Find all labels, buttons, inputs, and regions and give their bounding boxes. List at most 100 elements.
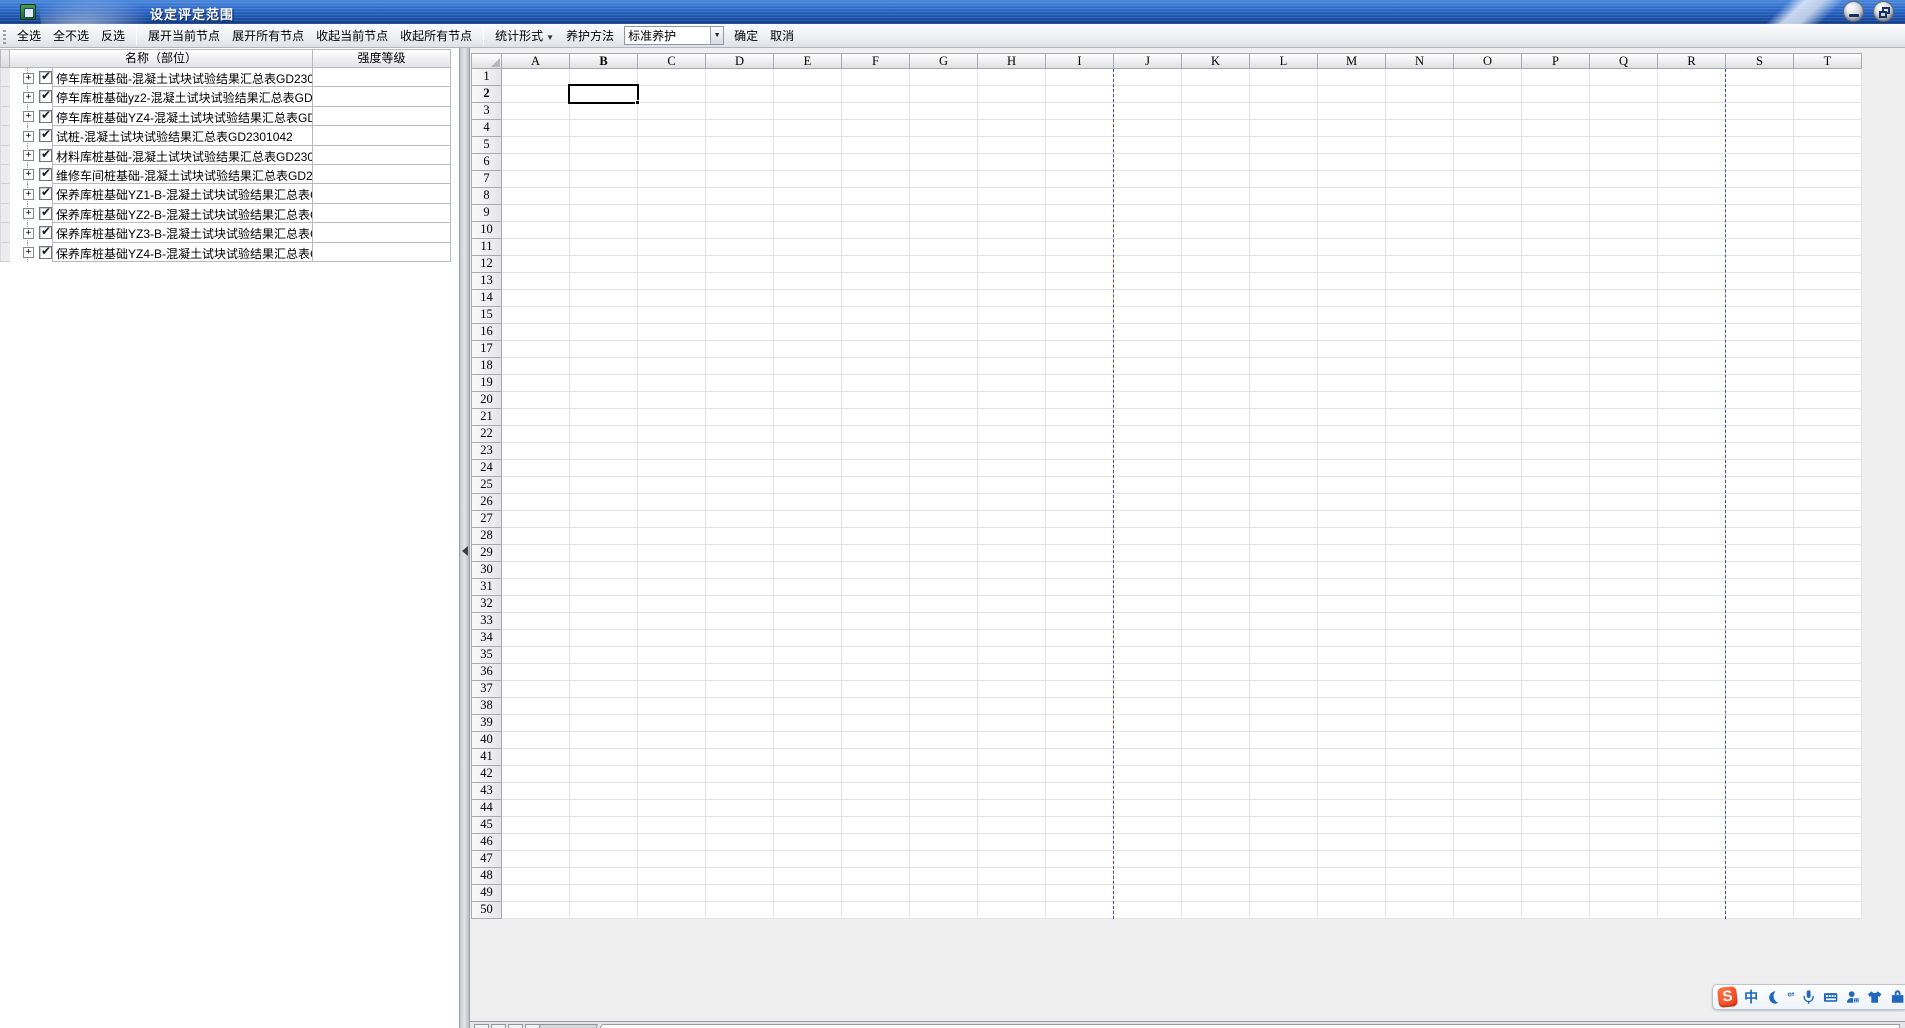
column-header-O[interactable]: O [1454, 53, 1522, 69]
row-header-8[interactable]: 8 [471, 188, 502, 205]
tree-row-name[interactable]: 停车库桩基础yz2-混凝土试块试验结果汇总表GD2 [52, 87, 313, 106]
row-header-2[interactable]: 2 [471, 86, 502, 103]
row-checkbox[interactable]: ✔ [39, 129, 52, 142]
row-checkbox[interactable]: ✔ [39, 90, 52, 103]
row-header-1[interactable]: 1 [471, 69, 502, 86]
column-header-C[interactable]: C [638, 53, 706, 69]
microphone-icon[interactable] [1801, 989, 1816, 1005]
tree-row-grade[interactable] [313, 184, 451, 203]
row-header-40[interactable]: 40 [471, 732, 502, 749]
row-header-24[interactable]: 24 [471, 460, 502, 477]
column-header-S[interactable]: S [1726, 53, 1794, 69]
row-header-38[interactable]: 38 [471, 698, 502, 715]
tree-row-grade[interactable] [313, 68, 451, 87]
row-selector-strip[interactable] [0, 184, 10, 203]
expand-current-node-button[interactable]: 展开当前节点 [142, 24, 226, 47]
row-header-41[interactable]: 41 [471, 749, 502, 766]
keyboard-icon[interactable] [1823, 989, 1838, 1005]
tree-row-name[interactable]: 试桩-混凝土试块试验结果汇总表GD2301042 [52, 126, 313, 145]
tree-row-grade[interactable] [313, 107, 451, 126]
row-header-17[interactable]: 17 [471, 341, 502, 358]
expand-node-icon[interactable]: + [23, 111, 34, 122]
row-header-37[interactable]: 37 [471, 681, 502, 698]
collapse-all-nodes-button[interactable]: 收起所有节点 [394, 24, 478, 47]
row-header-39[interactable]: 39 [471, 715, 502, 732]
column-header-K[interactable]: K [1182, 53, 1250, 69]
select-all-button[interactable]: 全选 [11, 24, 47, 47]
sheet-grid[interactable] [502, 69, 1862, 919]
row-header-48[interactable]: 48 [471, 868, 502, 885]
toolbox-icon[interactable] [1890, 989, 1905, 1005]
login-badge-icon[interactable]: 12 [1845, 989, 1860, 1005]
fill-handle[interactable] [635, 100, 640, 105]
tree-row-name[interactable]: 维修车间桩基础-混凝土试块试验结果汇总表GD23 [52, 165, 313, 184]
row-header-4[interactable]: 4 [471, 120, 502, 137]
row-header-46[interactable]: 46 [471, 834, 502, 851]
minimize-button[interactable] [1843, 1, 1864, 22]
sogou-logo-icon[interactable]: S [1717, 986, 1738, 1008]
row-header-14[interactable]: 14 [471, 290, 502, 307]
row-header-42[interactable]: 42 [471, 766, 502, 783]
chevron-down-icon[interactable]: ▼ [710, 27, 723, 44]
tab-next-button[interactable] [508, 1024, 523, 1028]
row-header-45[interactable]: 45 [471, 817, 502, 834]
row-header-27[interactable]: 27 [471, 511, 502, 528]
row-header-43[interactable]: 43 [471, 783, 502, 800]
row-header-22[interactable]: 22 [471, 426, 502, 443]
column-header-A[interactable]: A [502, 53, 570, 69]
tree-row-name[interactable]: 材料库桩基础-混凝土试块试验结果汇总表GD2301 [52, 146, 313, 165]
moon-icon[interactable] [1765, 989, 1780, 1005]
column-header-Q[interactable]: Q [1590, 53, 1658, 69]
row-checkbox[interactable]: ✔ [39, 71, 52, 84]
row-selector-strip[interactable] [0, 165, 10, 184]
restore-button[interactable] [1873, 1, 1894, 22]
column-header-F[interactable]: F [842, 53, 910, 69]
row-header-16[interactable]: 16 [471, 324, 502, 341]
expand-node-icon[interactable]: + [23, 131, 34, 142]
expand-node-icon[interactable]: + [23, 73, 34, 84]
row-header-28[interactable]: 28 [471, 528, 502, 545]
row-checkbox[interactable]: ✔ [39, 246, 52, 259]
invert-selection-button[interactable]: 反选 [95, 24, 131, 47]
expand-node-icon[interactable]: + [23, 247, 34, 258]
row-header-10[interactable]: 10 [471, 222, 502, 239]
row-selector-strip[interactable] [0, 243, 10, 262]
tree-row-name[interactable]: 停车库桩基础YZ4-混凝土试块试验结果汇总表GD2 [52, 107, 313, 126]
column-header-J[interactable]: J [1114, 53, 1182, 69]
row-checkbox[interactable]: ✔ [39, 168, 52, 181]
selected-cell-B2[interactable] [568, 84, 639, 104]
tree-row-grade[interactable] [313, 165, 451, 184]
row-header-5[interactable]: 5 [471, 137, 502, 154]
row-selector-strip[interactable] [0, 107, 10, 126]
row-header-15[interactable]: 15 [471, 307, 502, 324]
column-header-B[interactable]: B [570, 53, 638, 69]
row-header-23[interactable]: 23 [471, 443, 502, 460]
row-header-13[interactable]: 13 [471, 273, 502, 290]
row-selector-strip[interactable] [0, 68, 10, 87]
row-selector-strip[interactable] [0, 146, 10, 165]
row-header-26[interactable]: 26 [471, 494, 502, 511]
expand-all-nodes-button[interactable]: 展开所有节点 [226, 24, 310, 47]
row-header-11[interactable]: 11 [471, 239, 502, 256]
tree-row-grade[interactable] [313, 243, 451, 262]
collapse-left-icon[interactable] [462, 546, 468, 556]
expand-node-icon[interactable]: + [23, 92, 34, 103]
row-header-20[interactable]: 20 [471, 392, 502, 409]
row-header-6[interactable]: 6 [471, 154, 502, 171]
sheet-tab-active[interactable] [600, 1024, 1900, 1028]
row-header-47[interactable]: 47 [471, 851, 502, 868]
tree-row-grade[interactable] [313, 223, 451, 242]
row-checkbox[interactable]: ✔ [39, 187, 52, 200]
cancel-button[interactable]: 取消 [764, 24, 800, 47]
row-header-29[interactable]: 29 [471, 545, 502, 562]
column-header-N[interactable]: N [1386, 53, 1454, 69]
column-header-T[interactable]: T [1794, 53, 1862, 69]
expand-node-icon[interactable]: + [23, 169, 34, 180]
tree-row-name[interactable]: 保养库桩基础YZ3-B-混凝土试块试验结果汇总表G [52, 223, 313, 242]
tab-prev-button[interactable] [491, 1024, 506, 1028]
tree-row-name[interactable]: 保养库桩基础YZ2-B-混凝土试块试验结果汇总表G [52, 204, 313, 223]
row-checkbox[interactable]: ✔ [39, 149, 52, 162]
select-none-button[interactable]: 全不选 [47, 24, 95, 47]
row-header-36[interactable]: 36 [471, 664, 502, 681]
row-header-33[interactable]: 33 [471, 613, 502, 630]
